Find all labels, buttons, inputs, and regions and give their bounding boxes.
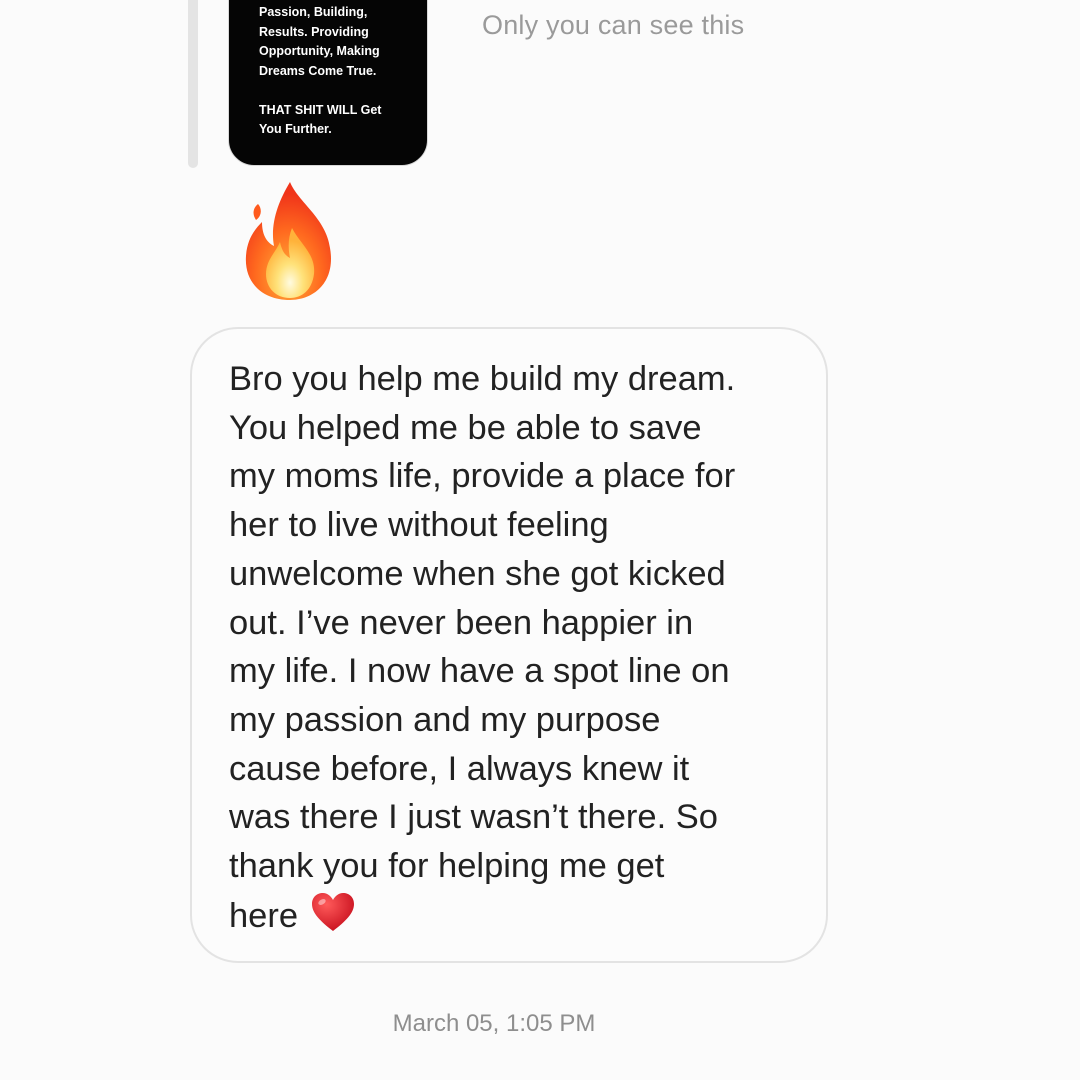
fire-emoji-icon[interactable] [238, 178, 342, 304]
reply-indicator-bar [188, 0, 198, 168]
message-timestamp: March 05, 1:05 PM [392, 1010, 596, 1037]
visibility-note: Only you can see this [482, 10, 745, 40]
message-body: Bro you help me build my dream. You help… [229, 360, 736, 935]
shared-story-card[interactable]: Passion, Building, Results. Providing Op… [228, 0, 428, 166]
red-heart-emoji-icon [312, 892, 355, 931]
story-card-text: Passion, Building, Results. Providing Op… [259, 5, 382, 136]
message-text: Bro you help me build my dream. You help… [229, 355, 809, 940]
message-bubble[interactable]: Bro you help me build my dream. You help… [190, 327, 828, 963]
